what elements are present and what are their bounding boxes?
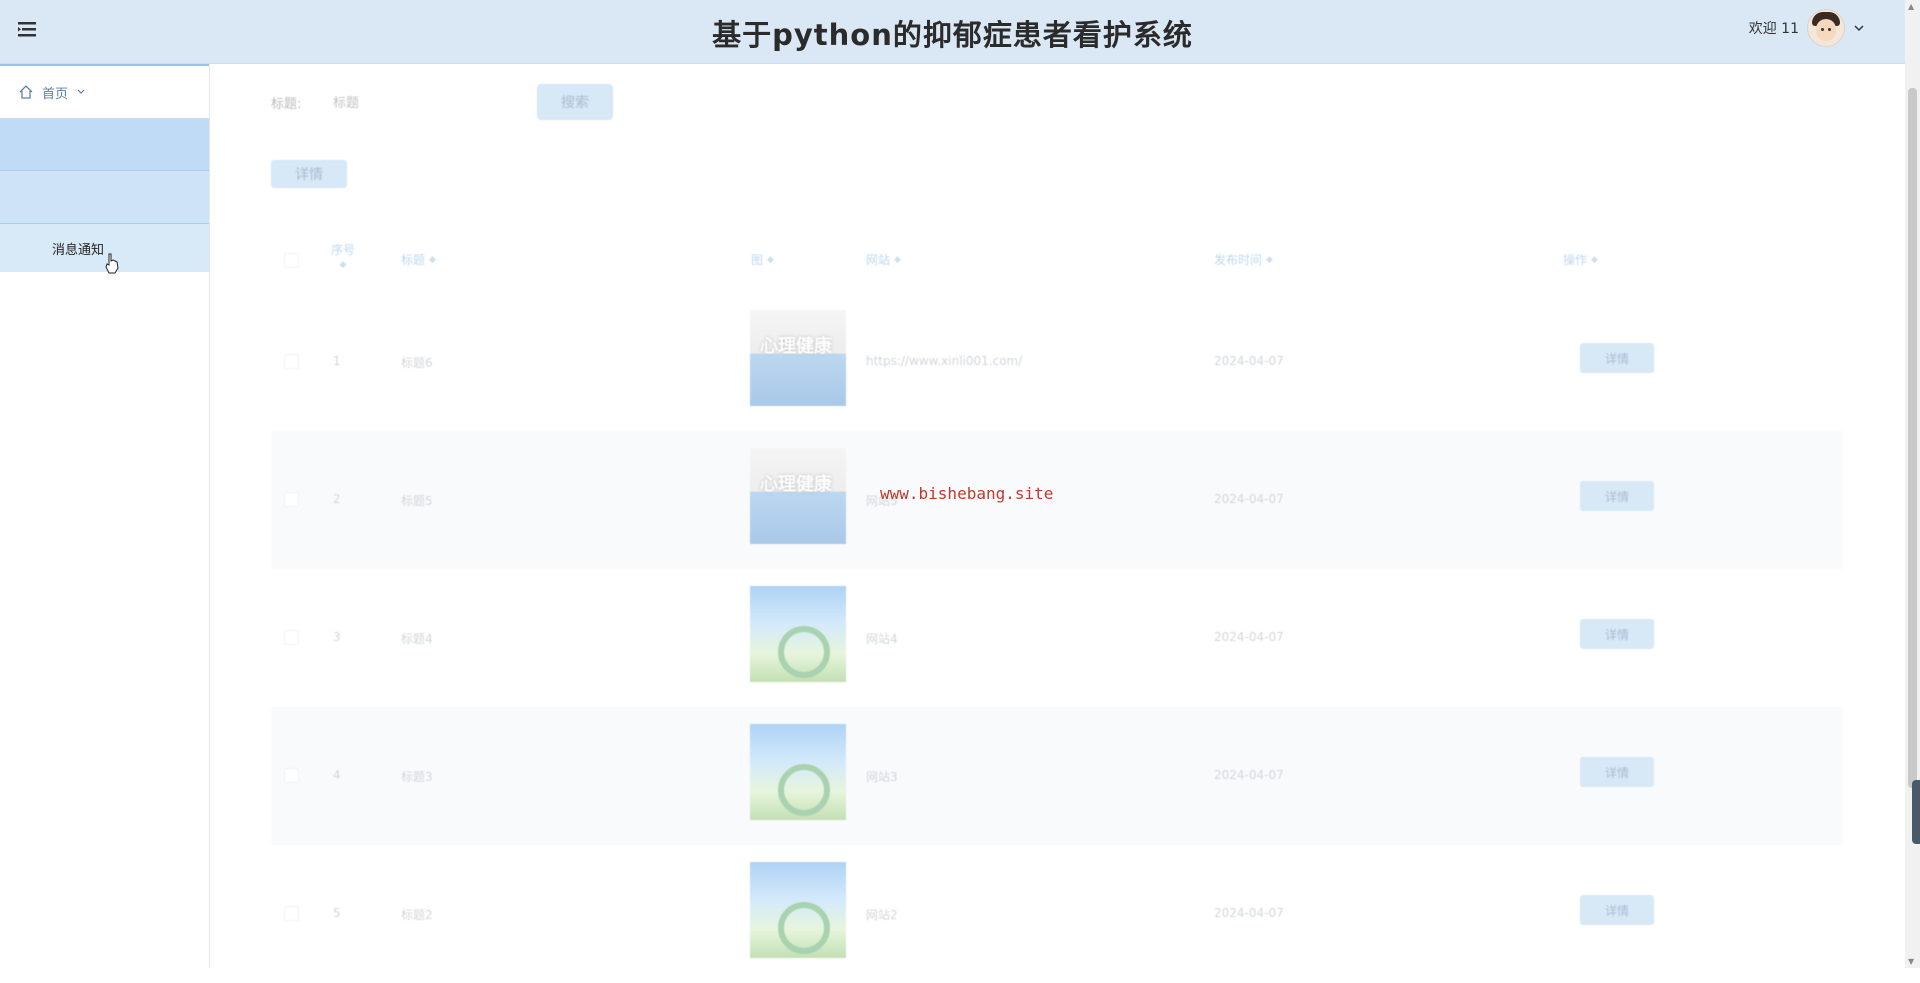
sidebar: 首页 消息通知 — [0, 64, 210, 968]
row-website: 网站3 — [866, 770, 898, 784]
row-index: 4 — [333, 768, 341, 782]
header-index[interactable]: 序号 ◆ — [331, 241, 355, 270]
row-date: 2024-04-07 — [1214, 906, 1284, 920]
watermark-text: www.bishebang.site — [880, 484, 1054, 503]
search-button[interactable]: 搜索 — [537, 84, 613, 120]
table-body: 1 标题6 心理健康 https://www.xinli001.com/2024-04… — [271, 293, 1843, 983]
header-title[interactable]: 标题 ◆ — [401, 251, 436, 268]
scroll-up-icon[interactable]: ▲ — [1908, 2, 1914, 11]
welcome-text: 欢迎 11 — [1748, 21, 1799, 37]
row-detail-button[interactable]: 详情 — [1580, 895, 1654, 925]
table-row[interactable]: 3 标题4 网站4 2024-04-07 详情 — [271, 569, 1843, 707]
row-thumbnail — [750, 862, 846, 958]
row-title: 标题3 — [401, 770, 433, 784]
row-thumbnail — [750, 724, 846, 820]
row-checkbox[interactable] — [284, 492, 299, 507]
row-date: 2024-04-07 — [1214, 492, 1284, 506]
row-index: 1 — [333, 354, 341, 368]
top-header: 基于python的抑郁症患者看护系统 欢迎 11 — [0, 0, 1905, 64]
header-image[interactable]: 图 ◆ — [751, 251, 774, 268]
main-content: 标题: 搜索 详情 序号◆ 标题◆ 图◆ 网站◆ — [210, 64, 1905, 968]
row-checkbox[interactable] — [284, 906, 299, 921]
header-date[interactable]: 发布时间 ◆ — [1214, 251, 1273, 268]
home-icon — [19, 85, 33, 99]
row-detail-button[interactable]: 详情 — [1580, 481, 1654, 511]
app-title: 基于python的抑郁症患者看护系统 — [712, 18, 1193, 52]
row-index: 5 — [333, 906, 341, 920]
chevron-down-icon[interactable] — [1853, 22, 1865, 34]
sidebar-home-label: 首页 — [42, 86, 69, 102]
row-checkbox[interactable] — [284, 354, 299, 369]
row-website: 网站2 — [866, 908, 898, 922]
sidebar-item-2[interactable] — [0, 171, 209, 224]
row-date: 2024-04-07 — [1214, 354, 1284, 368]
scroll-thumb[interactable] — [1908, 88, 1917, 788]
sidebar-item-home[interactable]: 首页 — [0, 64, 209, 118]
row-thumbnail: 心理健康 — [750, 310, 846, 406]
header-website[interactable]: 网站 ◆ — [866, 251, 901, 268]
row-index: 2 — [333, 492, 341, 506]
row-index: 3 — [333, 630, 341, 644]
row-website: 网站4 — [866, 632, 898, 646]
row-thumbnail — [750, 586, 846, 682]
scroll-down-icon[interactable]: ▼ — [1908, 957, 1914, 966]
avatar[interactable] — [1807, 9, 1845, 47]
search-bar: 标题: 搜索 — [271, 84, 613, 120]
row-title: 标题5 — [401, 494, 433, 508]
table-row[interactable]: 1 标题6 心理健康 https://www.xinli001.com/2024-04… — [271, 293, 1843, 431]
user-menu[interactable]: 欢迎 11 — [1749, 9, 1865, 47]
sidebar-item-label: 消息通知 — [52, 242, 105, 258]
row-checkbox[interactable] — [284, 630, 299, 645]
row-date: 2024-04-07 — [1214, 768, 1284, 782]
row-website: https://www.xinli001.com/ — [866, 354, 1023, 368]
select-all-checkbox[interactable] — [284, 253, 299, 268]
row-detail-button[interactable]: 详情 — [1580, 619, 1654, 649]
hand-cursor-icon — [105, 253, 119, 274]
row-detail-button[interactable]: 详情 — [1580, 757, 1654, 787]
sidebar-item-1[interactable] — [0, 118, 209, 171]
table-header: 序号 ◆ 标题 ◆ 图 ◆ 网站 ◆ 发布时间 ◆ 操作 ◆ — [271, 229, 1843, 293]
data-table: 序号 ◆ 标题 ◆ 图 ◆ 网站 ◆ 发布时间 ◆ 操作 ◆ 1 标题6 心理健康 http — [271, 229, 1843, 983]
row-title: 标题4 — [401, 632, 433, 646]
row-title: 标题6 — [401, 356, 433, 370]
search-label: 标题: — [271, 96, 302, 112]
row-checkbox[interactable] — [284, 768, 299, 783]
table-row[interactable]: 2 标题5 心理健康 网站5 2024-04-07 详情 — [271, 431, 1843, 569]
row-thumbnail: 心理健康 — [750, 448, 846, 544]
row-detail-button[interactable]: 详情 — [1580, 343, 1654, 373]
side-tab-handle[interactable] — [1912, 780, 1920, 844]
row-title: 标题2 — [401, 908, 433, 922]
table-row[interactable]: 5 标题2 网站2 2024-04-07 详情 — [271, 845, 1843, 983]
row-date: 2024-04-07 — [1214, 630, 1284, 644]
header-actions[interactable]: 操作 ◆ — [1563, 251, 1598, 268]
table-row[interactable]: 4 标题3 网站3 2024-04-07 详情 — [271, 707, 1843, 845]
search-input[interactable] — [331, 85, 535, 119]
chevron-down-icon — [77, 89, 85, 94]
detail-button[interactable]: 详情 — [271, 160, 347, 188]
